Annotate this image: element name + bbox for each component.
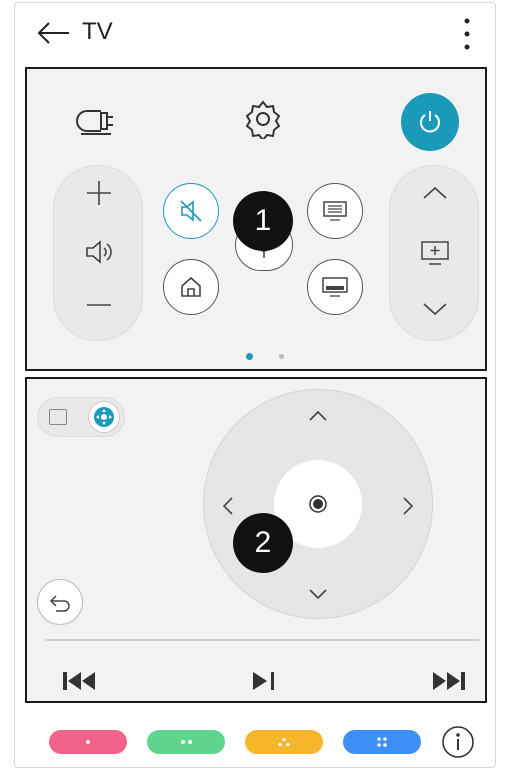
- return-icon: [49, 595, 70, 612]
- volume-icon: [86, 240, 112, 264]
- dpad-down-icon[interactable]: [308, 588, 328, 600]
- touchpad-mode-icon[interactable]: [49, 409, 67, 425]
- channel-up-icon[interactable]: [422, 186, 448, 200]
- power-button[interactable]: [401, 93, 459, 151]
- subtitle-button[interactable]: [307, 259, 363, 315]
- rewind-icon[interactable]: [61, 669, 101, 693]
- remote-app: TV 1 2: [14, 2, 496, 768]
- page-indicator-active[interactable]: [246, 353, 253, 360]
- back-arrow-icon[interactable]: [35, 19, 71, 47]
- blue-button[interactable]: [343, 730, 421, 754]
- home-button[interactable]: [163, 259, 219, 315]
- back-button[interactable]: [37, 579, 83, 625]
- blue-dots-icon: [377, 737, 387, 747]
- dpad-up-icon[interactable]: [308, 410, 328, 422]
- mute-icon: [180, 200, 202, 222]
- channel-control: [389, 165, 479, 341]
- fast-forward-icon[interactable]: [427, 669, 467, 693]
- dpad: [203, 389, 433, 619]
- page-indicator[interactable]: [279, 354, 284, 359]
- remote-controls-panel: 1: [25, 67, 487, 371]
- volume-down-icon[interactable]: [86, 302, 112, 308]
- red-button[interactable]: [49, 730, 127, 754]
- app-header: TV: [15, 3, 495, 63]
- yellow-button[interactable]: [245, 730, 323, 754]
- play-pause-icon[interactable]: [249, 669, 283, 693]
- divider: [45, 639, 479, 641]
- yellow-dots-icon: [278, 737, 290, 747]
- info-icon[interactable]: [441, 725, 475, 759]
- navigation-panel: 2: [25, 377, 487, 703]
- channel-down-icon[interactable]: [422, 302, 448, 316]
- mode-toggle[interactable]: [37, 397, 125, 437]
- guide-button[interactable]: [307, 183, 363, 239]
- volume-control: [53, 165, 143, 341]
- channel-list-icon[interactable]: [420, 240, 450, 266]
- volume-up-icon[interactable]: [86, 180, 112, 206]
- dpad-mode-icon: [94, 407, 114, 427]
- subtitle-icon: [322, 277, 348, 297]
- ok-icon: [309, 495, 327, 513]
- callout-badge-2: 2: [233, 513, 293, 573]
- dpad-right-icon[interactable]: [402, 496, 414, 516]
- page-title: TV: [82, 18, 113, 45]
- more-options-icon[interactable]: [461, 17, 473, 51]
- input-source-icon[interactable]: [73, 103, 117, 139]
- dpad-left-icon[interactable]: [222, 496, 234, 516]
- home-icon: [181, 276, 201, 297]
- guide-icon: [323, 201, 347, 221]
- power-icon: [420, 111, 440, 133]
- callout-badge-1: 1: [233, 191, 293, 251]
- dpad-mode-button[interactable]: [88, 401, 120, 433]
- gear-icon[interactable]: [243, 99, 283, 139]
- mute-button[interactable]: [163, 183, 219, 239]
- green-button[interactable]: [147, 730, 225, 754]
